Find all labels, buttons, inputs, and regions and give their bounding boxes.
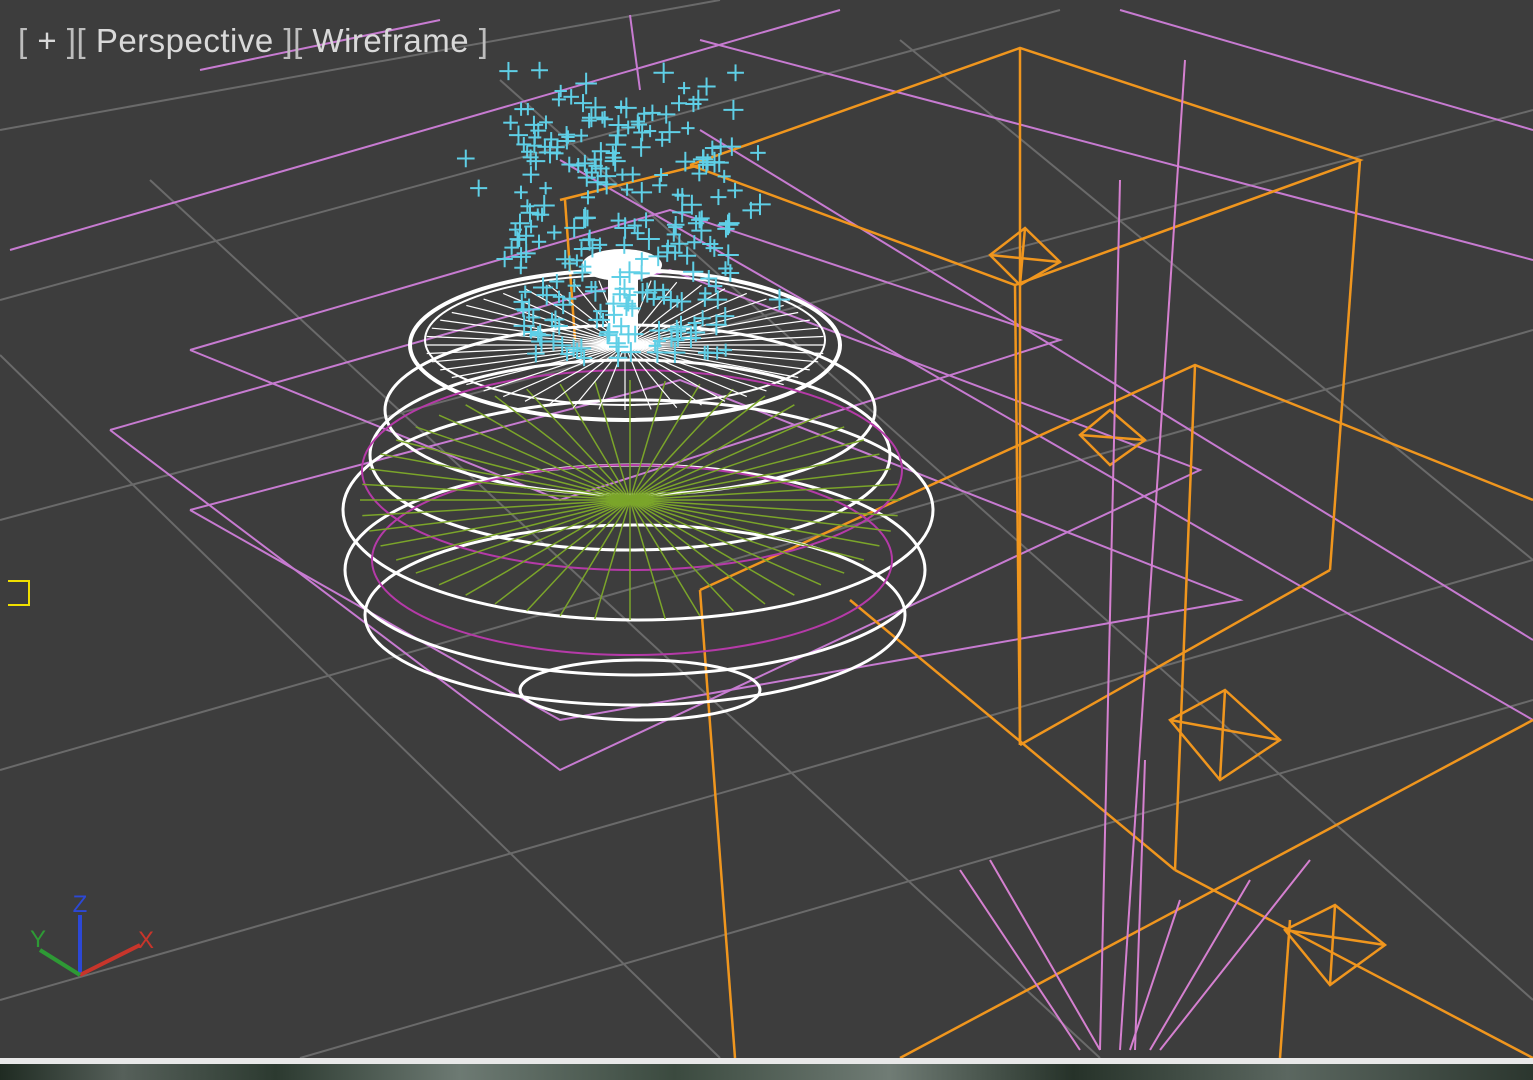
perspective-viewport[interactable]: Z X Y [ + ][ Perspective ][ Wireframe ] [0, 0, 1533, 1058]
home-grid [0, 0, 1533, 1058]
plant-stems[interactable] [959, 59, 1311, 1051]
viewport-label[interactable]: [ + ][ Perspective ][ Wireframe ] [18, 22, 488, 60]
viewport-menu-button[interactable]: + [37, 22, 57, 59]
axis-y-label: Y [30, 926, 46, 953]
bottom-image-strip [0, 1058, 1533, 1080]
scene-canvas[interactable]: Z X Y [0, 0, 1533, 1058]
yellow-bracket-icon [8, 580, 30, 606]
axis-x-label: X [138, 927, 154, 954]
axis-z-label: Z [73, 891, 88, 918]
shading-mode-button[interactable]: Wireframe [312, 22, 469, 59]
orange-box-frames[interactable] [559, 46, 1533, 1058]
axis-gizmo: Z X Y [30, 891, 154, 977]
ground-planes[interactable] [9, 9, 1533, 772]
fountain-object[interactable] [341, 249, 935, 722]
view-type-button[interactable]: Perspective [96, 22, 274, 59]
